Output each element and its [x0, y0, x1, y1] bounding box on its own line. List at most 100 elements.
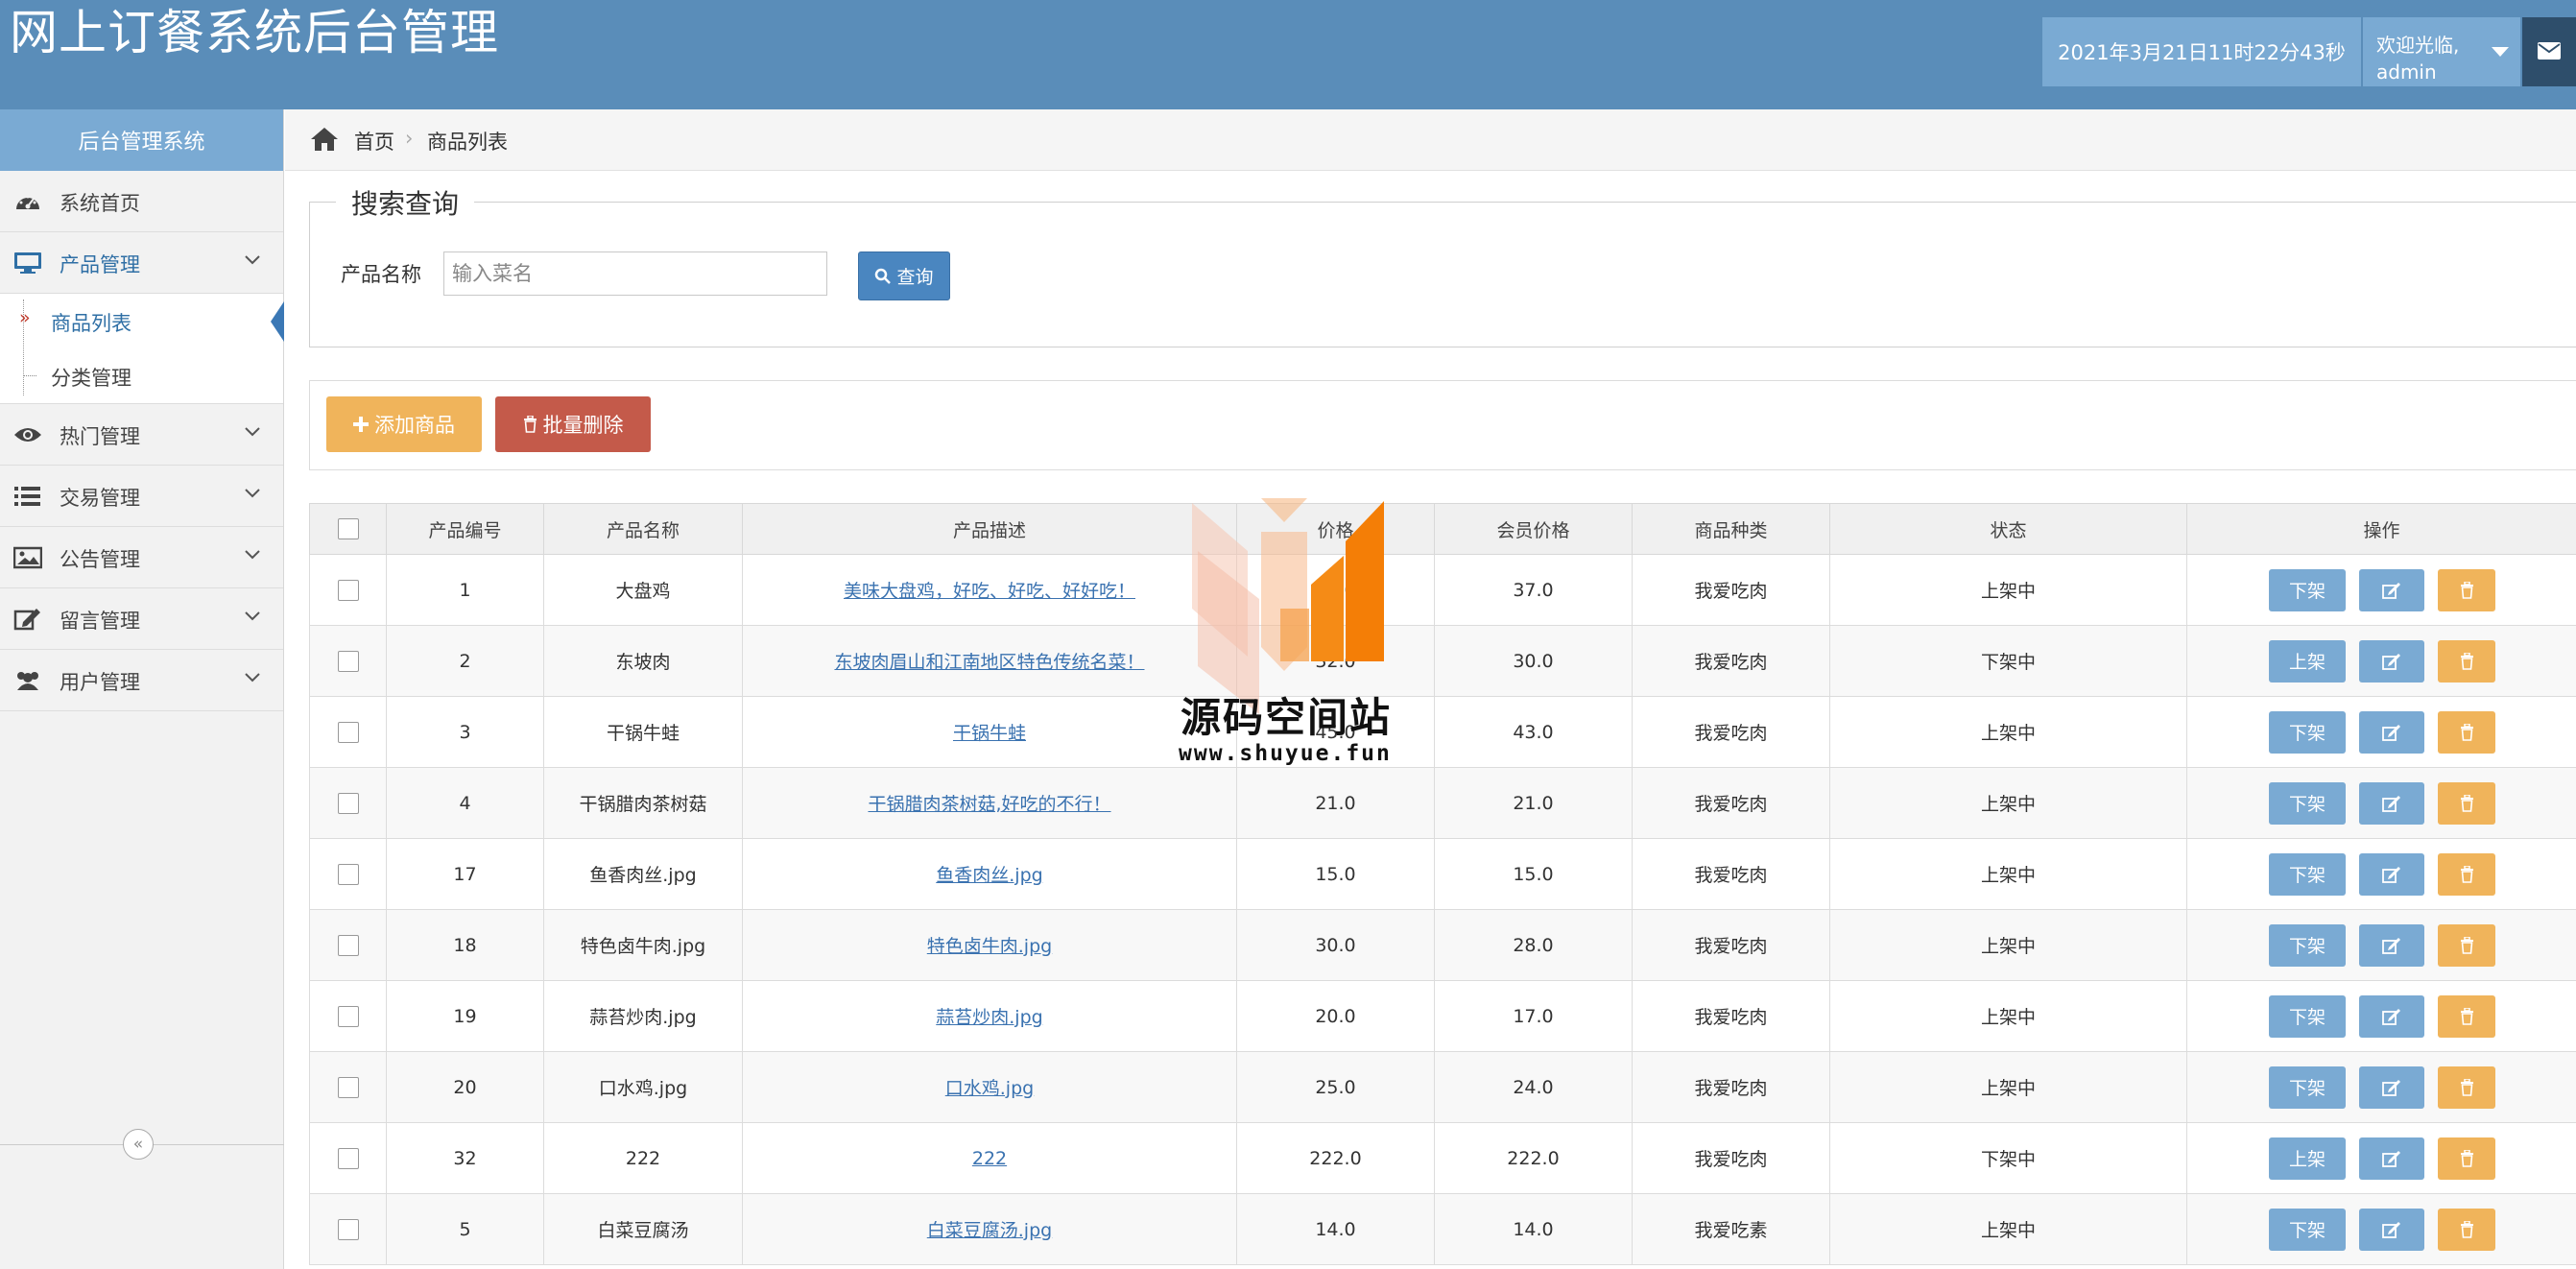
toggle-shelf-button[interactable]: 下架: [2269, 710, 2346, 754]
delete-button[interactable]: [2438, 1065, 2495, 1109]
row-checkbox[interactable]: [337, 721, 359, 743]
sidebar-subitem-product-list[interactable]: » 商品列表: [0, 294, 284, 348]
column-header[interactable]: 会员价格: [1434, 503, 1633, 555]
delete-button[interactable]: [2438, 781, 2495, 825]
product-description-link[interactable]: 蒜苔炒肉.jpg: [936, 1007, 1042, 1028]
sidebar-item-message[interactable]: 留言管理: [0, 588, 283, 650]
cell-desc: 美味大盘鸡，好吃、好吃、好好吃！: [742, 554, 1237, 626]
sidebar-item-dashboard[interactable]: 系统首页: [0, 171, 283, 232]
product-description-link[interactable]: 222: [972, 1148, 1007, 1169]
edit-button[interactable]: [2359, 1137, 2424, 1180]
batch-delete-button[interactable]: 批量删除: [495, 396, 651, 452]
toggle-shelf-button[interactable]: 下架: [2269, 1065, 2346, 1109]
row-checkbox[interactable]: [337, 934, 359, 956]
row-checkbox[interactable]: [337, 1218, 359, 1240]
product-description-link[interactable]: 特色卤牛肉.jpg: [927, 936, 1052, 957]
row-checkbox[interactable]: [337, 792, 359, 814]
column-header[interactable]: 状态: [1829, 503, 2187, 555]
user-menu[interactable]: 欢迎光临, admin: [2363, 17, 2520, 86]
cell-category: 我爱吃肉: [1632, 980, 1830, 1052]
edit-button[interactable]: [2359, 923, 2424, 967]
add-product-button[interactable]: 添加商品: [326, 396, 482, 452]
breadcrumb-separator: ›: [405, 127, 414, 150]
row-checkbox[interactable]: [337, 1147, 359, 1169]
column-header[interactable]: 商品种类: [1632, 503, 1830, 555]
cell-name: 口水鸡.jpg: [543, 1051, 743, 1123]
mail-button[interactable]: [2522, 17, 2576, 86]
toggle-shelf-button[interactable]: 下架: [2269, 923, 2346, 967]
delete-button[interactable]: [2438, 852, 2495, 896]
delete-button[interactable]: [2438, 1208, 2495, 1251]
cell-status: 下架中: [1829, 1122, 2187, 1194]
edit-icon: [2382, 795, 2400, 812]
cell-id: 1: [386, 554, 544, 626]
delete-button[interactable]: [2438, 710, 2495, 754]
row-checkbox[interactable]: [337, 1005, 359, 1027]
column-header[interactable]: 产品编号: [386, 503, 544, 555]
cell-member-price: 43.0: [1434, 696, 1633, 768]
sidebar-item-notice[interactable]: 公告管理: [0, 527, 283, 588]
row-checkbox[interactable]: [337, 579, 359, 601]
column-header[interactable]: 产品描述: [742, 503, 1237, 555]
chevron-down-icon: [245, 427, 260, 437]
edit-button[interactable]: [2359, 781, 2424, 825]
cell-id: 18: [386, 909, 544, 981]
column-header[interactable]: 产品名称: [543, 503, 743, 555]
sidebar-item-users[interactable]: 用户管理: [0, 650, 283, 711]
product-description-link[interactable]: 干锅牛蛙: [953, 723, 1026, 744]
edit-button[interactable]: [2359, 994, 2424, 1038]
product-description-link[interactable]: 白菜豆腐汤.jpg: [927, 1220, 1052, 1241]
product-description-link[interactable]: 干锅腊肉茶树菇,好吃的不行！: [868, 794, 1110, 815]
product-table: 产品编号 产品名称 产品描述 价格 会员价格 商品种类 状态 操作 1 大盘鸡 美味…: [309, 503, 2576, 1265]
breadcrumb-home[interactable]: 首页: [354, 127, 394, 156]
product-description-link[interactable]: 东坡肉眉山和江南地区特色传统名菜！: [834, 652, 1144, 673]
sidebar-subitem-category[interactable]: 分类管理: [0, 348, 283, 403]
sidebar-item-trade[interactable]: 交易管理: [0, 466, 283, 527]
cell-member-price: 222.0: [1434, 1122, 1633, 1194]
delete-button[interactable]: [2438, 568, 2495, 611]
edit-button[interactable]: [2359, 639, 2424, 682]
cell-category: 我爱吃肉: [1632, 696, 1830, 768]
edit-button[interactable]: [2359, 710, 2424, 754]
sidebar-collapse-button[interactable]: «: [123, 1129, 154, 1160]
product-name-input[interactable]: [443, 251, 827, 296]
edit-icon: [2382, 653, 2400, 670]
delete-button[interactable]: [2438, 923, 2495, 967]
sidebar-item-label: 留言管理: [60, 610, 140, 633]
toggle-shelf-button[interactable]: 上架: [2269, 639, 2346, 682]
sidebar-subitem-label: 商品列表: [51, 312, 131, 335]
product-description-link[interactable]: 鱼香肉丝.jpg: [936, 865, 1042, 886]
edit-button[interactable]: [2359, 1208, 2424, 1251]
toggle-shelf-button[interactable]: 下架: [2269, 781, 2346, 825]
trash-icon: [2460, 1149, 2473, 1167]
toggle-shelf-button[interactable]: 下架: [2269, 1208, 2346, 1251]
row-checkbox[interactable]: [337, 863, 359, 885]
column-header[interactable]: 价格: [1236, 503, 1435, 555]
search-button[interactable]: 查询: [858, 251, 950, 300]
cell-desc: 222: [742, 1122, 1237, 1194]
cell-id: 19: [386, 980, 544, 1052]
picture-icon: [13, 546, 42, 569]
edit-button[interactable]: [2359, 1065, 2424, 1109]
toggle-shelf-button[interactable]: 下架: [2269, 852, 2346, 896]
product-description-link[interactable]: 口水鸡.jpg: [945, 1078, 1034, 1099]
trash-icon: [2460, 1078, 2473, 1096]
row-checkbox[interactable]: [337, 1076, 359, 1098]
sidebar-item-products[interactable]: 产品管理: [0, 232, 283, 294]
toggle-shelf-button[interactable]: 下架: [2269, 994, 2346, 1038]
product-name-label: 产品名称: [341, 263, 421, 286]
product-description-link[interactable]: 美味大盘鸡，好吃、好吃、好好吃！: [844, 581, 1135, 602]
edit-button[interactable]: [2359, 568, 2424, 611]
delete-button[interactable]: [2438, 1137, 2495, 1180]
toggle-shelf-button[interactable]: 上架: [2269, 1137, 2346, 1180]
column-header: 操作: [2186, 503, 2576, 555]
table-row: 5 白菜豆腐汤 白菜豆腐汤.jpg 14.0 14.0 我爱吃素 上架中 下架: [309, 1193, 2576, 1265]
edit-button[interactable]: [2359, 852, 2424, 896]
toggle-shelf-button[interactable]: 下架: [2269, 568, 2346, 611]
select-all-checkbox[interactable]: [337, 518, 359, 540]
row-checkbox[interactable]: [337, 650, 359, 672]
sidebar-item-hot[interactable]: 热门管理: [0, 404, 283, 466]
delete-button[interactable]: [2438, 994, 2495, 1038]
cell-status: 上架中: [1829, 909, 2187, 981]
delete-button[interactable]: [2438, 639, 2495, 682]
